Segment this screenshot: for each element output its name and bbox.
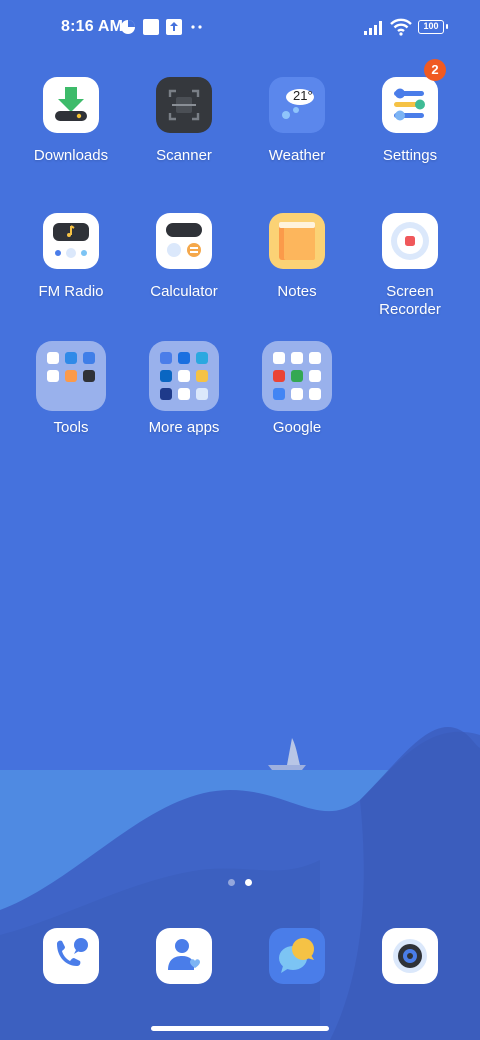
- downloads-icon: [43, 77, 99, 133]
- wifi-icon: [390, 18, 412, 36]
- settings-label: Settings: [382, 147, 438, 164]
- scanner-icon: [156, 77, 212, 133]
- calculator-label: Calculator: [150, 283, 218, 300]
- battery-level: 100: [423, 21, 439, 31]
- status-bar: 8:16 AM 100: [0, 0, 480, 56]
- tools-folder-icon: [36, 341, 106, 411]
- messaging-icon: [279, 938, 314, 973]
- home-gesture-bar[interactable]: [151, 1026, 329, 1031]
- settings-app[interactable]: 2 Settings: [354, 59, 466, 165]
- screen-recorder-icon: [382, 213, 438, 269]
- contacts-icon: [168, 939, 200, 970]
- contacts-app[interactable]: [156, 928, 212, 984]
- data-saver-icon: [121, 20, 135, 34]
- fm-radio-icon: [43, 213, 99, 269]
- more-apps-folder-icon: [149, 341, 219, 411]
- tools-folder[interactable]: Tools: [15, 341, 127, 437]
- status-time: 8:16 AM: [61, 18, 124, 35]
- scanner-label: Scanner: [156, 147, 212, 164]
- tools-label: Tools: [53, 419, 89, 436]
- settings-icon: [382, 77, 438, 133]
- battery-icon: 100: [418, 20, 448, 34]
- weather-temp: 21°: [293, 88, 313, 103]
- notification-square-icon: [143, 19, 159, 35]
- scanner-app[interactable]: Scanner: [128, 77, 240, 165]
- downloads-app[interactable]: Downloads: [15, 77, 127, 165]
- google-label: Google: [272, 419, 322, 436]
- fm-radio-app[interactable]: FM Radio: [15, 213, 127, 301]
- screen-recorder-label: Screen Recorder: [379, 283, 441, 318]
- camera-app[interactable]: [382, 928, 438, 984]
- more-apps-label: More apps: [148, 419, 220, 436]
- google-folder-icon: [262, 341, 332, 411]
- phone-icon: [57, 938, 88, 966]
- weather-app[interactable]: 21° Weather: [241, 77, 353, 165]
- screen-recorder-app[interactable]: Screen Recorder: [354, 213, 466, 319]
- calculator-icon: [156, 213, 212, 269]
- more-apps-folder[interactable]: More apps: [128, 341, 240, 437]
- calculator-app[interactable]: Calculator: [128, 213, 240, 301]
- fm-radio-label: FM Radio: [38, 283, 104, 300]
- notes-icon: [269, 213, 325, 269]
- page-dot-1[interactable]: [228, 879, 235, 886]
- notes-label: Notes: [277, 283, 317, 300]
- google-folder[interactable]: Google: [241, 341, 353, 437]
- settings-badge: 2: [424, 59, 446, 81]
- messaging-app[interactable]: [269, 928, 325, 984]
- weather-label: Weather: [268, 147, 326, 164]
- camera-icon: [393, 939, 427, 973]
- notes-app[interactable]: Notes: [241, 213, 353, 301]
- weather-icon: 21°: [269, 77, 325, 133]
- signal-icon: [364, 21, 382, 35]
- phone-app[interactable]: [43, 928, 99, 984]
- upload-icon: [166, 19, 182, 35]
- downloads-label: Downloads: [33, 147, 109, 164]
- page-dot-2[interactable]: [245, 879, 252, 886]
- more-notifications-icon: [191, 25, 202, 29]
